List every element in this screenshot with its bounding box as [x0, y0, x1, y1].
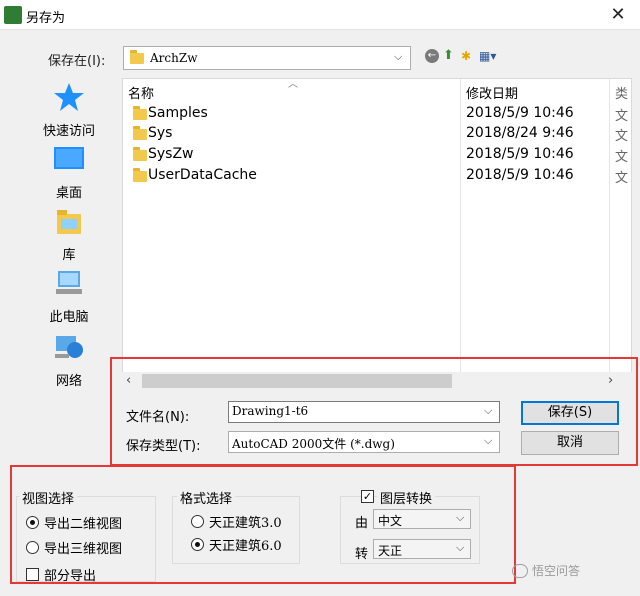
save-in-dropdown[interactable]: ArchZw ⌵: [123, 46, 411, 70]
watermark-text: 悟空问答: [532, 564, 581, 578]
radio-tangent-3[interactable]: [191, 515, 204, 528]
library-icon: [57, 210, 81, 234]
to-select[interactable]: 天正 ⌵: [373, 539, 471, 559]
file-row[interactable]: Samples 2018/5/9 10:46 文: [123, 103, 631, 124]
column-header-date[interactable]: 修改日期: [466, 83, 518, 102]
radio-label: 导出二维视图: [44, 517, 123, 532]
place-this-pc[interactable]: 此电脑: [28, 268, 110, 325]
group-title: 格式选择: [177, 488, 236, 507]
close-button[interactable]: ✕: [600, 2, 636, 28]
place-desktop[interactable]: 桌面: [28, 144, 110, 201]
radio-tangent-6[interactable]: [191, 538, 204, 551]
back-arrow-icon[interactable]: ←: [425, 49, 439, 63]
from-label: 由: [355, 516, 369, 531]
folder-icon: [133, 147, 147, 161]
computer-icon: [56, 271, 82, 294]
file-name: Sys: [148, 125, 173, 141]
file-date: 2018/5/9 10:46: [466, 146, 574, 162]
file-type: 文: [615, 171, 629, 186]
group-title: 图层转换: [377, 488, 436, 507]
star-icon: [54, 83, 84, 111]
view-menu-icon[interactable]: ▦▾: [479, 48, 501, 64]
place-network[interactable]: 网络: [28, 332, 110, 389]
file-type: 文: [615, 129, 629, 144]
file-date: 2018/5/9 10:46: [466, 167, 574, 183]
up-folder-icon[interactable]: ⬆: [443, 48, 459, 64]
from-select[interactable]: 中文 ⌵: [373, 509, 471, 529]
new-folder-icon[interactable]: ✱: [461, 48, 477, 64]
folder-icon: [133, 168, 147, 182]
chevron-down-icon: ⌵: [456, 541, 465, 554]
folder-icon: [133, 126, 147, 140]
file-type: 文: [615, 150, 629, 165]
place-quick-access[interactable]: 快速访问: [28, 82, 110, 139]
file-name: UserDataCache: [148, 167, 257, 183]
radio-label: 导出三维视图: [44, 542, 123, 557]
folder-icon: [130, 50, 144, 64]
file-date: 2018/8/24 9:46: [466, 125, 574, 141]
file-name: SysZw: [148, 146, 194, 162]
title-bar: 另存为 ✕: [0, 0, 640, 30]
places-bar: 快速访问 桌面 库 此电脑 网络: [28, 78, 110, 389]
window-title: 另存为: [26, 11, 66, 26]
app-icon: [4, 6, 22, 24]
radio-label: 天正建筑3.0: [209, 516, 282, 531]
layer-conversion-group: ✓ 图层转换 由 中文 ⌵ 转 天正 ⌵: [340, 488, 480, 564]
watermark-logo-icon: [512, 564, 528, 578]
format-selection-group: 格式选择 天正建筑3.0 天正建筑6.0: [172, 488, 300, 564]
file-row[interactable]: Sys 2018/8/24 9:46 文: [123, 123, 631, 144]
file-list[interactable]: ︿ 名称 修改日期 类 Samples 2018/5/9 10:46 文 Sys…: [122, 78, 632, 375]
column-header-type[interactable]: 类: [615, 83, 628, 102]
radio-export-2d[interactable]: [26, 516, 39, 529]
folder-icon: [133, 106, 147, 120]
radio-label: 天正建筑6.0: [209, 539, 282, 554]
file-date: 2018/5/9 10:46: [466, 105, 574, 121]
chevron-down-icon: ⌵: [394, 50, 403, 63]
column-header-name[interactable]: 名称: [128, 83, 154, 102]
file-type: 文: [615, 109, 629, 124]
save-in-label: 保存在(I):: [48, 54, 106, 69]
group-title: 视图选择: [19, 488, 78, 507]
desktop-icon: [54, 147, 84, 169]
file-row[interactable]: SysZw 2018/5/9 10:46 文: [123, 144, 631, 165]
radio-export-3d[interactable]: [26, 541, 39, 554]
save-in-value: ArchZw: [150, 51, 198, 65]
file-row[interactable]: UserDataCache 2018/5/9 10:46 文: [123, 165, 631, 186]
network-icon: [55, 336, 83, 358]
partial-export-checkbox[interactable]: [26, 568, 39, 581]
layer-convert-checkbox[interactable]: ✓: [361, 490, 374, 503]
file-name: Samples: [148, 105, 208, 121]
chevron-down-icon: ⌵: [456, 511, 465, 524]
sort-ascending-icon: ︿: [288, 79, 298, 90]
place-library[interactable]: 库: [28, 206, 110, 263]
to-label: 转: [355, 547, 369, 562]
checkbox-label: 部分导出: [44, 569, 97, 584]
highlight-box: [110, 357, 638, 466]
